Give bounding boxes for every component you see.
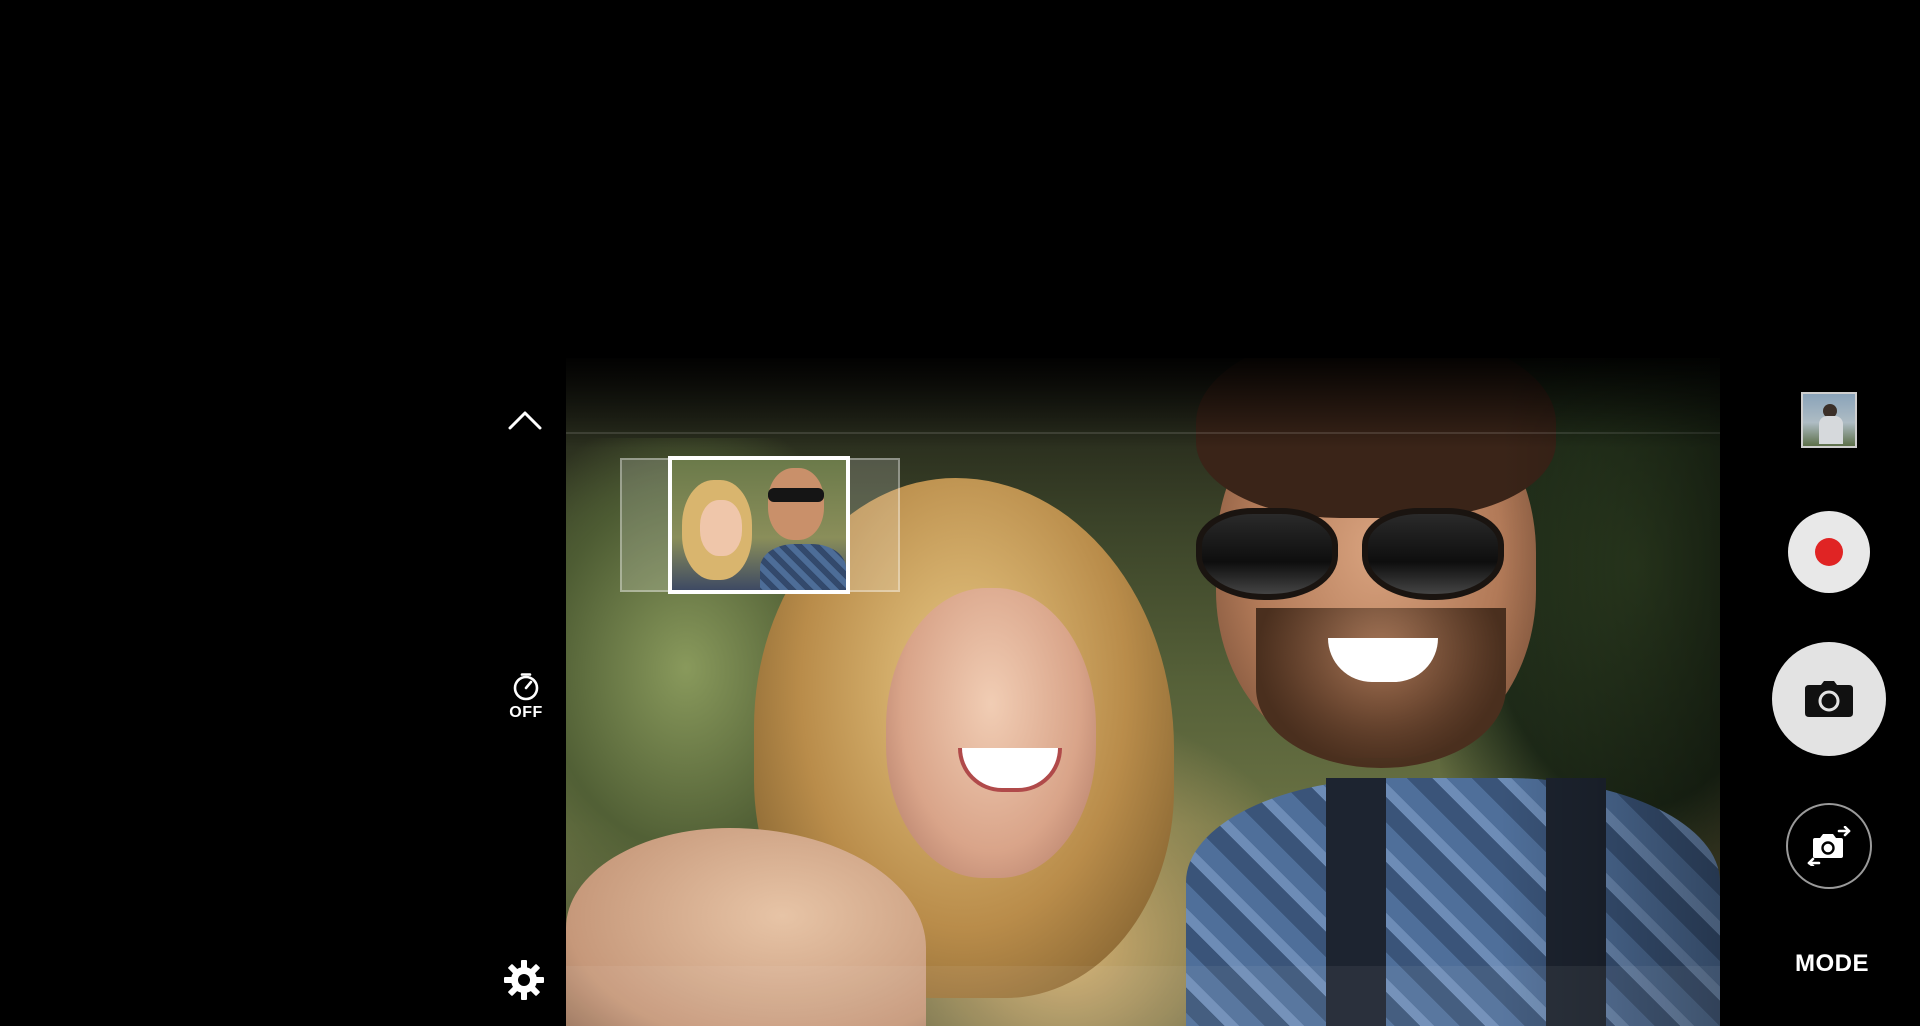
- sunglasses-lens-right: [1362, 508, 1504, 600]
- pip-woman-face: [700, 500, 742, 556]
- timer-button[interactable]: OFF: [500, 666, 552, 728]
- switch-camera-button[interactable]: [1786, 803, 1872, 889]
- chevron-up-icon: [508, 411, 542, 430]
- collapse-button[interactable]: [500, 400, 550, 440]
- preview-man-beard: [1256, 608, 1506, 768]
- record-icon: [1815, 538, 1843, 566]
- preview-woman-face: [886, 588, 1096, 878]
- sunglasses-lens-left: [1196, 508, 1338, 600]
- mode-button[interactable]: MODE: [1784, 950, 1880, 982]
- shutter-button[interactable]: [1772, 642, 1886, 756]
- pip-man-shirt: [760, 544, 846, 590]
- timer-icon: [513, 673, 539, 701]
- gallery-thumb-person-body: [1819, 416, 1843, 444]
- preview-right-shade: [1500, 358, 1720, 1026]
- settings-button[interactable]: [498, 954, 550, 1006]
- timer-status-label: OFF: [509, 704, 543, 721]
- record-video-button[interactable]: [1788, 511, 1870, 593]
- pip-man-face: [768, 468, 824, 540]
- gear-icon: [504, 960, 544, 1000]
- wide-selfie-preview-frame: [668, 456, 850, 594]
- pip-sunglasses: [768, 488, 824, 502]
- preview-sunglasses: [1196, 508, 1504, 600]
- switch-camera-icon: [1807, 826, 1851, 866]
- camera-icon: [1805, 681, 1853, 717]
- gallery-thumbnail-button[interactable]: [1801, 392, 1857, 448]
- preview-bottom-band: [566, 966, 1720, 1026]
